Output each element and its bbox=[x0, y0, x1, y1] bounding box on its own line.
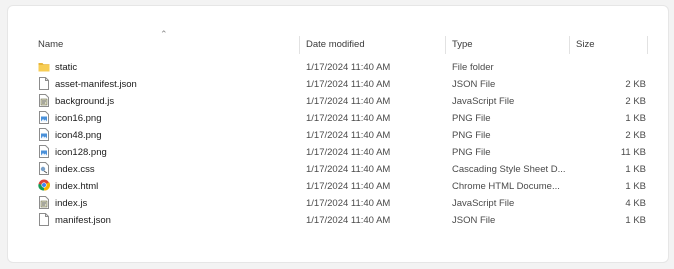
blank-file-icon bbox=[38, 77, 50, 90]
chrome-icon bbox=[38, 179, 50, 192]
css-file-icon bbox=[38, 162, 50, 175]
file-size: 1 KB bbox=[625, 215, 646, 226]
file-date-modified: 1/17/2024 11:40 AM bbox=[306, 215, 391, 226]
file-date-modified: 1/17/2024 11:40 AM bbox=[306, 62, 391, 73]
file-name: index.css bbox=[55, 164, 95, 175]
file-size: 1 KB bbox=[625, 181, 646, 192]
file-type: Chrome HTML Docume... bbox=[452, 181, 560, 192]
file-size: 4 KB bbox=[625, 198, 646, 209]
file-name: background.js bbox=[55, 96, 115, 107]
file-row[interactable]: icon16.png 1/17/2024 11:40 AM PNG File 1… bbox=[31, 110, 654, 127]
file-date-modified: 1/17/2024 11:40 AM bbox=[306, 96, 391, 107]
folder-icon bbox=[38, 60, 50, 73]
file-name: asset-manifest.json bbox=[55, 79, 137, 90]
file-date-modified: 1/17/2024 11:40 AM bbox=[306, 79, 391, 90]
file-name-cell: index.js bbox=[38, 195, 298, 212]
script-file-icon bbox=[38, 94, 50, 107]
file-name-cell: index.css bbox=[38, 161, 298, 178]
image-file-icon bbox=[38, 145, 50, 158]
file-type: Cascading Style Sheet D... bbox=[452, 164, 566, 175]
file-date-modified: 1/17/2024 11:40 AM bbox=[306, 113, 391, 124]
file-row[interactable]: icon128.png 1/17/2024 11:40 AM PNG File … bbox=[31, 144, 654, 161]
file-name: icon128.png bbox=[55, 147, 107, 158]
column-header-size[interactable]: Size bbox=[576, 36, 646, 54]
file-date-modified: 1/17/2024 11:40 AM bbox=[306, 130, 391, 141]
column-divider[interactable] bbox=[647, 36, 648, 54]
file-name: icon16.png bbox=[55, 113, 102, 124]
column-divider[interactable] bbox=[569, 36, 570, 54]
script-file-icon bbox=[38, 196, 50, 209]
file-type: JSON File bbox=[452, 215, 496, 226]
file-name-cell: background.js bbox=[38, 93, 298, 110]
file-type: PNG File bbox=[452, 113, 491, 124]
column-header-type[interactable]: Type bbox=[452, 36, 567, 54]
file-size: 1 KB bbox=[625, 164, 646, 175]
file-size: 2 KB bbox=[625, 130, 646, 141]
file-date-modified: 1/17/2024 11:40 AM bbox=[306, 164, 391, 175]
file-type: JavaScript File bbox=[452, 96, 515, 107]
file-size: 11 KB bbox=[620, 147, 646, 158]
file-name: static bbox=[55, 62, 78, 73]
file-name-cell: manifest.json bbox=[38, 212, 298, 229]
file-row[interactable]: manifest.json 1/17/2024 11:40 AM JSON Fi… bbox=[31, 212, 654, 229]
file-list: static 1/17/2024 11:40 AM File folder as… bbox=[31, 59, 654, 229]
image-file-icon bbox=[38, 111, 50, 124]
file-row[interactable]: background.js 1/17/2024 11:40 AM JavaScr… bbox=[31, 93, 654, 110]
file-date-modified: 1/17/2024 11:40 AM bbox=[306, 147, 391, 158]
file-type: PNG File bbox=[452, 130, 491, 141]
file-date-modified: 1/17/2024 11:40 AM bbox=[306, 181, 391, 192]
file-size: 2 KB bbox=[625, 96, 646, 107]
file-row[interactable]: index.js 1/17/2024 11:40 AM JavaScript F… bbox=[31, 195, 654, 212]
file-name-cell: asset-manifest.json bbox=[38, 76, 298, 93]
file-type: JavaScript File bbox=[452, 198, 515, 209]
file-row[interactable]: icon48.png 1/17/2024 11:40 AM PNG File 2… bbox=[31, 127, 654, 144]
file-name-cell: icon128.png bbox=[38, 144, 298, 161]
column-header-date-modified[interactable]: Date modified bbox=[306, 36, 446, 54]
column-header-row: Name Date modified Type Size bbox=[31, 36, 654, 54]
file-name-cell: icon48.png bbox=[38, 127, 298, 144]
file-row[interactable]: index.css 1/17/2024 11:40 AM Cascading S… bbox=[31, 161, 654, 178]
blank-file-icon bbox=[38, 213, 50, 226]
file-row[interactable]: static 1/17/2024 11:40 AM File folder bbox=[31, 59, 654, 76]
file-type: File folder bbox=[452, 62, 494, 73]
file-name-cell: static bbox=[38, 59, 298, 76]
file-row[interactable]: index.html 1/17/2024 11:40 AM Chrome HTM… bbox=[31, 178, 654, 195]
file-row[interactable]: asset-manifest.json 1/17/2024 11:40 AM J… bbox=[31, 76, 654, 93]
file-name: index.js bbox=[55, 198, 88, 209]
column-divider[interactable] bbox=[299, 36, 300, 54]
file-name-cell: index.html bbox=[38, 178, 298, 195]
file-name: manifest.json bbox=[55, 215, 111, 226]
column-divider[interactable] bbox=[445, 36, 446, 54]
file-type: JSON File bbox=[452, 79, 496, 90]
file-list-panel: ⌃ Name Date modified Type Size static 1/… bbox=[7, 5, 669, 263]
file-name: index.html bbox=[55, 181, 99, 192]
column-header-name[interactable]: Name bbox=[38, 36, 298, 54]
file-size: 2 KB bbox=[625, 79, 646, 90]
file-type: PNG File bbox=[452, 147, 491, 158]
file-name: icon48.png bbox=[55, 130, 102, 141]
file-size: 1 KB bbox=[625, 113, 646, 124]
file-date-modified: 1/17/2024 11:40 AM bbox=[306, 198, 391, 209]
file-name-cell: icon16.png bbox=[38, 110, 298, 127]
image-file-icon bbox=[38, 128, 50, 141]
